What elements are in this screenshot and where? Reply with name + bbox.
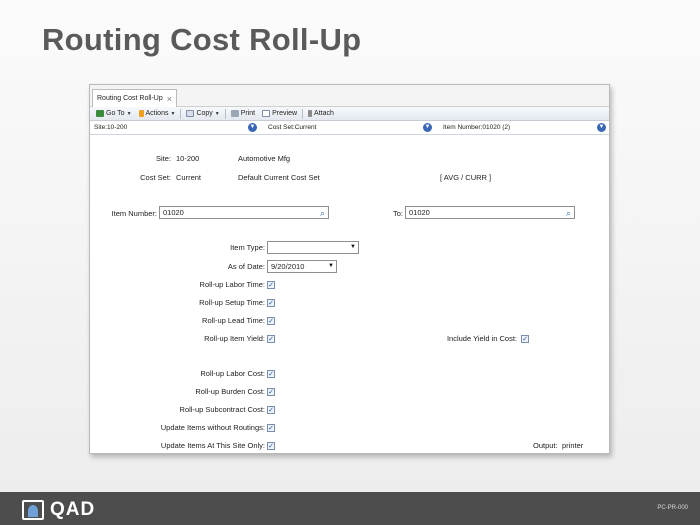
output-value[interactable]: printer xyxy=(562,441,583,450)
preview-icon xyxy=(262,110,271,117)
tab-strip: Routing Cost Roll-Up × xyxy=(90,85,609,107)
slide-code: PC-PR-000 xyxy=(657,505,688,511)
item-number-input[interactable]: 01020 ⌕ xyxy=(159,206,329,219)
subcontract-cost-label: Roll-up Subcontract Cost: xyxy=(179,405,265,414)
filter-cost-set[interactable]: Cost Set:Current xyxy=(268,124,316,131)
caret-icon: ▼ xyxy=(170,110,176,117)
cost-set-description: Default Current Cost Set xyxy=(238,173,320,182)
chevron-down-icon[interactable]: ▼ xyxy=(597,123,606,132)
item-number-to-input[interactable]: 01020 ⌕ xyxy=(405,206,575,219)
item-type-select[interactable]: ▼ xyxy=(267,241,359,254)
chevron-down-icon[interactable]: ▼ xyxy=(328,261,334,272)
setup-time-label: Roll-up Setup Time: xyxy=(199,298,265,307)
filter-site[interactable]: Site:10-200 xyxy=(94,124,127,131)
app-window: Routing Cost Roll-Up × Go To ▼ Actions ▼ C… xyxy=(89,84,610,454)
preview-button[interactable]: Preview xyxy=(260,110,299,117)
this-site-only-checkbox[interactable]: ✓ xyxy=(267,442,275,450)
burden-cost-label: Roll-up Burden Cost: xyxy=(195,387,265,396)
item-yield-checkbox[interactable]: ✓ xyxy=(267,335,275,343)
as-of-date-label: As of Date: xyxy=(227,262,265,271)
toolbar-divider xyxy=(302,108,304,119)
without-routings-label: Update Items without Routings: xyxy=(160,423,265,432)
paperclip-icon xyxy=(308,110,313,117)
labor-cost-checkbox[interactable]: ✓ xyxy=(267,370,275,378)
chevron-down-icon[interactable]: ▼ xyxy=(350,242,356,253)
include-yield-label: Include Yield in Cost: xyxy=(446,334,517,343)
lead-time-checkbox[interactable]: ✓ xyxy=(267,317,275,325)
chevron-down-icon[interactable]: ▼ xyxy=(248,123,257,132)
search-icon[interactable]: ⌕ xyxy=(566,208,571,218)
site-description: Automotive Mfg xyxy=(238,154,291,163)
toolbar-divider xyxy=(180,108,182,119)
output-label: Output: xyxy=(533,441,558,450)
tab-label: Routing Cost Roll-Up xyxy=(97,94,163,102)
as-of-date-picker[interactable]: 9/20/2010 ▼ xyxy=(267,260,337,273)
tab-routing-cost-roll-up[interactable]: Routing Cost Roll-Up × xyxy=(92,89,178,107)
toolbar-divider xyxy=(224,108,226,119)
caret-icon: ▼ xyxy=(214,110,220,117)
roll-up-form: Site: 10-200 Automotive Mfg Cost Set: Cu… xyxy=(90,135,609,455)
copy-button[interactable]: Copy ▼ xyxy=(184,110,221,117)
chevron-down-icon[interactable]: ▼ xyxy=(423,123,432,132)
labor-time-label: Roll-up Labor Time: xyxy=(199,280,265,289)
item-type-label: Item Type: xyxy=(230,243,265,252)
labor-time-checkbox[interactable]: ✓ xyxy=(267,281,275,289)
slide-footer: QAD PC-PR-000 xyxy=(0,492,700,525)
include-yield-checkbox[interactable]: ✓ xyxy=(521,335,529,343)
burden-cost-checkbox[interactable]: ✓ xyxy=(267,388,275,396)
goto-icon xyxy=(96,110,104,117)
actions-icon xyxy=(138,110,144,117)
brand-logo: QAD xyxy=(22,499,95,521)
without-routings-checkbox[interactable]: ✓ xyxy=(267,424,275,432)
subcontract-cost-checkbox[interactable]: ✓ xyxy=(267,406,275,414)
cost-set-label: Cost Set: xyxy=(140,173,171,182)
goto-button[interactable]: Go To ▼ xyxy=(94,110,134,117)
item-yield-label: Roll-up Item Yield: xyxy=(204,334,265,343)
attach-button[interactable]: Attach xyxy=(306,110,336,117)
close-icon[interactable]: × xyxy=(167,91,172,107)
cost-set-value: Current xyxy=(176,173,202,182)
caret-icon: ▼ xyxy=(126,110,132,117)
print-button[interactable]: Print xyxy=(229,110,257,117)
search-icon[interactable]: ⌕ xyxy=(320,208,325,218)
toolbar: Go To ▼ Actions ▼ Copy ▼ Print Preview Atta… xyxy=(90,107,609,121)
filter-item-number[interactable]: Item Number:01020 (2) xyxy=(443,124,510,131)
item-number-label: Item Number: xyxy=(111,209,157,218)
actions-button[interactable]: Actions ▼ xyxy=(137,110,178,117)
print-icon xyxy=(230,110,239,117)
this-site-only-label: Update Items At This Site Only: xyxy=(160,441,265,450)
labor-cost-label: Roll-up Labor Cost: xyxy=(200,369,265,378)
logo-mark-icon xyxy=(22,500,44,520)
setup-time-checkbox[interactable]: ✓ xyxy=(267,299,275,307)
brand-name: QAD xyxy=(50,499,96,520)
lead-time-label: Roll-up Lead Time: xyxy=(202,316,265,325)
copy-icon xyxy=(186,110,195,117)
slide-title: Routing Cost Roll-Up xyxy=(42,22,362,57)
cost-method: [ AVG / CURR ] xyxy=(440,173,492,182)
to-label: To: xyxy=(392,209,403,218)
filter-bar: Site:10-200 ▼ Cost Set:Current ▼ Item Nu… xyxy=(90,121,609,135)
site-label: Site: xyxy=(155,154,171,163)
site-value: 10-200 xyxy=(176,154,200,163)
